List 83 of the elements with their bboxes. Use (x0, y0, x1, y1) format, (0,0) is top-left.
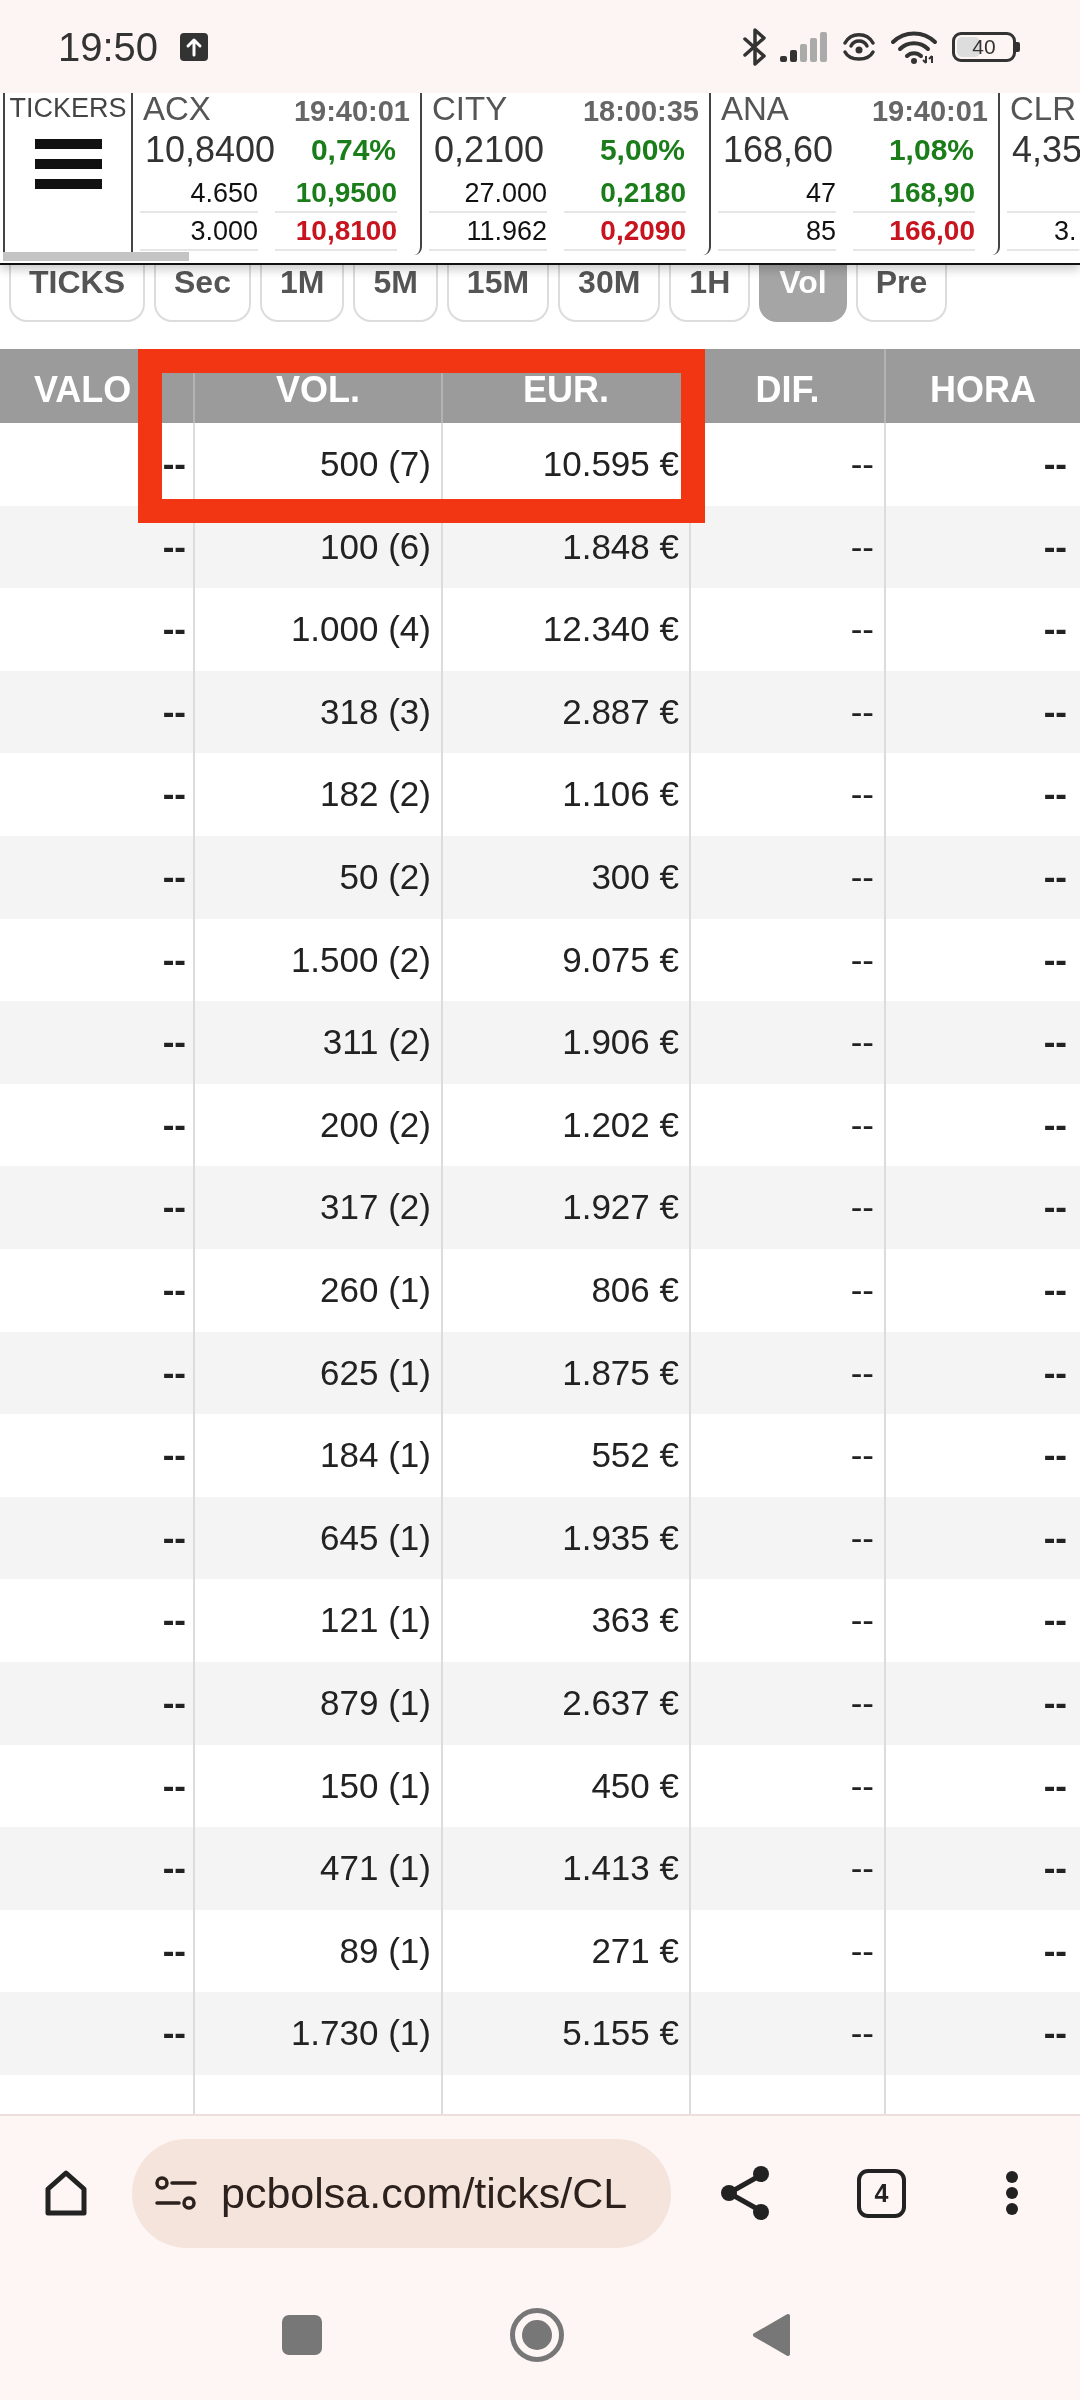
tab[interactable]: 15M (446, 265, 550, 322)
ticker-quote: 166,00 (889, 215, 975, 246)
ticker-price: 168,60 (723, 129, 834, 171)
tickers-menu-button[interactable]: TICKERS (3, 93, 133, 255)
ticker-card[interactable]: CITY 18:00:35 0,2100 5,00% 27.000 0,2180 11.962 0,2090 (422, 93, 711, 255)
ticker-change: 1,08% (888, 133, 974, 167)
back-icon[interactable] (752, 2313, 790, 2357)
tab[interactable]: 1H (669, 265, 751, 322)
tab[interactable]: Pre (855, 265, 948, 322)
ticker-symbol: CITY (432, 93, 508, 125)
ticker-volume: 11.962 (466, 216, 547, 246)
ticker-change: 0,74% (310, 133, 396, 167)
tab[interactable]: 1M (259, 265, 345, 322)
table-cell-text: -- (161, 608, 187, 651)
upload-icon (180, 32, 209, 61)
ticker-price: 10,8400 (145, 129, 276, 171)
ticker-volume: 85 (805, 216, 836, 246)
table-cell: -- (689, 1992, 884, 2075)
menu-icon (34, 139, 102, 189)
ticker-time: 19:40:01 (293, 95, 410, 127)
ticker-price: 4,35 (1012, 129, 1080, 171)
table-cell-text: -- (161, 1103, 187, 1146)
table-cell: 500 (7) (193, 423, 441, 506)
table-cell-text: -- (161, 1268, 187, 1311)
ticker-time: 19:40:01 (871, 95, 988, 127)
address-bar[interactable]: pcbolsa.com/ticks/CL (132, 2138, 671, 2248)
table-cell-text: -- (161, 1599, 187, 1642)
ticker-price: 0,2100 (434, 129, 545, 171)
table-cell-text: -- (161, 2012, 187, 2055)
home-button-icon[interactable] (510, 2308, 564, 2362)
table-cell-text: -- (161, 1186, 187, 1229)
ticker-volume: 4.650 (190, 178, 258, 208)
tab[interactable]: Sec (154, 265, 251, 322)
ticker-volume: 47 (805, 178, 836, 208)
ticker-card[interactable]: CLR 4,35 3. (1000, 93, 1080, 255)
ticker-change: 5,00% (599, 133, 685, 167)
ticker-volume: 3. (1054, 216, 1077, 246)
ticker-quote: 0,2180 (600, 177, 686, 208)
table-cell-text: -- (161, 1434, 187, 1477)
ticker-time: 18:00:35 (582, 95, 699, 127)
ticker-symbol: ANA (721, 93, 789, 125)
ticker-volume: 27.000 (464, 178, 547, 208)
tab[interactable]: 30M (558, 265, 661, 322)
status-time: 19:50 (58, 26, 159, 67)
table-cell-text: -- (161, 1351, 187, 1394)
ticker-card[interactable]: ANA 19:40:01 168,60 1,08% 47 168,90 85 166,00 (711, 93, 1000, 255)
ticker-quote: 10,9500 (295, 177, 397, 208)
recents-icon[interactable] (282, 2315, 322, 2355)
ticker-volume: 3.000 (190, 216, 258, 246)
table-cell-text: -- (161, 855, 187, 898)
table-cell: 5.155 € (441, 1992, 689, 2075)
hotspot-icon (842, 30, 876, 63)
ticker-quote: 0,2090 (600, 215, 686, 246)
share-icon[interactable] (720, 2166, 770, 2220)
table-cell-text: -- (161, 773, 187, 816)
tab[interactable]: 5M (353, 265, 438, 322)
table-cell-text: -- (161, 1681, 187, 1724)
tab-switcher-button[interactable]: 4 (857, 2168, 906, 2218)
table-cell-text: -- (161, 1847, 187, 1890)
more-options-icon[interactable] (1005, 2170, 1019, 2216)
signal-icon (780, 31, 828, 62)
table-cell-text: -- (161, 690, 187, 733)
table-cell-text: -- (161, 1021, 187, 1064)
scrollbar-thumb[interactable] (3, 252, 189, 261)
table-cell: -- (884, 1992, 1080, 2075)
tab[interactable]: TICKS (9, 265, 145, 322)
table-cell-text: -- (161, 443, 187, 485)
table-cell: 1.730 (1) (193, 1992, 441, 2075)
table-cell-text: -- (161, 1516, 187, 1559)
sliders-icon[interactable] (155, 2175, 197, 2211)
wifi-icon (890, 29, 938, 64)
bluetooth-icon (742, 27, 768, 66)
table-cell-text: -- (161, 938, 187, 981)
table-cell: 10.595 € (441, 423, 689, 506)
column-header: VALO (33, 368, 133, 412)
ticker-symbol: CLR (1010, 93, 1077, 125)
ticker-quote: 168,90 (889, 177, 975, 208)
battery-indicator: 40 (952, 31, 1020, 62)
ticker-quote: 10,8100 (295, 215, 397, 246)
ticker-symbol: ACX (143, 93, 211, 125)
table-cell-text: -- (161, 1929, 187, 1972)
table-cell-text: -- (161, 525, 187, 568)
table-cell-text: -- (161, 1764, 187, 1807)
